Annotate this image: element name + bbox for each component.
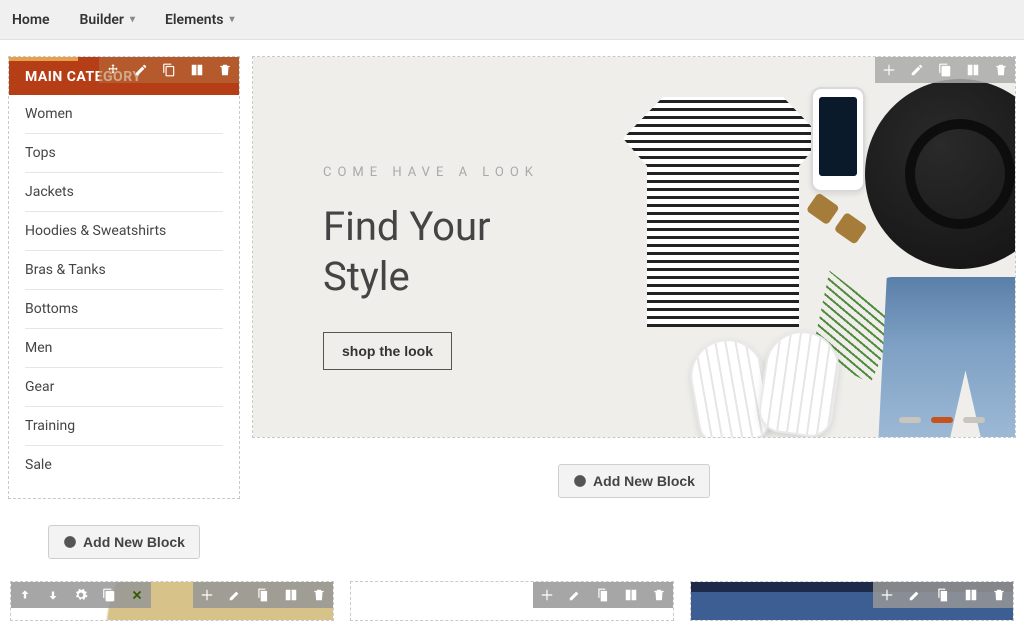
hero-eyebrow: COME HAVE A LOOK: [323, 165, 539, 180]
add-block-label: Add New Block: [593, 473, 695, 489]
slider-pagination: [899, 417, 985, 423]
duplicate-icon[interactable]: [929, 582, 957, 608]
duplicate-icon[interactable]: [589, 582, 617, 608]
category-item[interactable]: Hoodies & Sweatshirts: [25, 212, 223, 251]
delete-icon[interactable]: [987, 57, 1015, 83]
arrow-down-icon[interactable]: [39, 582, 67, 608]
block-toolbar: [193, 582, 333, 608]
nav-builder-label: Builder: [80, 12, 124, 28]
delete-icon[interactable]: [645, 582, 673, 608]
block-toolbar: [99, 57, 239, 83]
hero-image-hat: [865, 79, 1015, 269]
columns-icon[interactable]: [617, 582, 645, 608]
columns-icon[interactable]: [957, 582, 985, 608]
hero-image-tshirt: [623, 97, 823, 327]
row-toolbar: [11, 582, 151, 608]
duplicate-icon[interactable]: [95, 582, 123, 608]
edit-icon[interactable]: [221, 582, 249, 608]
slider-dot-2[interactable]: [931, 417, 953, 423]
columns-icon[interactable]: [277, 582, 305, 608]
plus-circle-icon: [573, 474, 587, 488]
hero-title: Find Your Style: [323, 202, 539, 302]
nav-home[interactable]: Home: [12, 12, 50, 28]
block-promo-3[interactable]: [690, 581, 1014, 621]
move-icon[interactable]: [533, 582, 561, 608]
delete-icon[interactable]: [305, 582, 333, 608]
bottom-blocks-row: [8, 581, 1016, 621]
nav-builder[interactable]: Builder ▾: [80, 12, 135, 28]
move-icon[interactable]: [873, 582, 901, 608]
duplicate-icon[interactable]: [249, 582, 277, 608]
category-item[interactable]: Sale: [25, 446, 223, 484]
slider-dot-1[interactable]: [899, 417, 921, 423]
arrow-up-icon[interactable]: [11, 582, 39, 608]
category-item[interactable]: Training: [25, 407, 223, 446]
nav-home-label: Home: [12, 12, 50, 28]
add-block-label: Add New Block: [83, 534, 185, 550]
shop-the-look-button[interactable]: shop the look: [323, 332, 452, 370]
move-icon[interactable]: [193, 582, 221, 608]
top-nav: Home Builder ▾ Elements ▾: [0, 0, 1024, 40]
edit-icon[interactable]: [127, 57, 155, 83]
edit-icon[interactable]: [903, 57, 931, 83]
block-hero-slider[interactable]: COME HAVE A LOOK Find Your Style shop th…: [252, 56, 1016, 438]
category-item[interactable]: Men: [25, 329, 223, 368]
duplicate-icon[interactable]: [155, 57, 183, 83]
duplicate-icon[interactable]: [931, 57, 959, 83]
category-item[interactable]: Gear: [25, 368, 223, 407]
hero-image-phone: [811, 87, 865, 192]
columns-icon[interactable]: [959, 57, 987, 83]
builder-canvas: MAIN CATEGORY Women Tops Jackets Hoodies…: [0, 40, 1024, 641]
block-category-sidebar[interactable]: MAIN CATEGORY Women Tops Jackets Hoodies…: [8, 56, 240, 499]
hero-image-shorts: [878, 277, 1015, 437]
edit-icon[interactable]: [561, 582, 589, 608]
block-promo-1[interactable]: [10, 581, 334, 621]
close-icon[interactable]: [123, 582, 151, 608]
block-toolbar: [533, 582, 673, 608]
category-item[interactable]: Tops: [25, 134, 223, 173]
nav-elements-label: Elements: [165, 12, 223, 28]
category-item[interactable]: Bras & Tanks: [25, 251, 223, 290]
columns-icon[interactable]: [183, 57, 211, 83]
chevron-down-icon: ▾: [229, 14, 234, 25]
add-block-button-left[interactable]: Add New Block: [48, 525, 200, 559]
nav-elements[interactable]: Elements ▾: [165, 12, 235, 28]
hero-image-sunglasses: [802, 192, 867, 249]
hero-title-line1: Find Your: [323, 203, 491, 250]
hero-image-sandals: [693, 331, 853, 437]
delete-icon[interactable]: [985, 582, 1013, 608]
move-icon[interactable]: [99, 57, 127, 83]
move-icon[interactable]: [875, 57, 903, 83]
plus-circle-icon: [63, 535, 77, 549]
block-toolbar: [875, 57, 1015, 83]
block-promo-2[interactable]: [350, 581, 674, 621]
edit-icon[interactable]: [901, 582, 929, 608]
hero-title-line2: Style: [323, 253, 410, 300]
slider-dot-3[interactable]: [963, 417, 985, 423]
category-item[interactable]: Women: [25, 95, 223, 134]
chevron-down-icon: ▾: [130, 14, 135, 25]
add-block-button-right[interactable]: Add New Block: [558, 464, 710, 498]
category-list: Women Tops Jackets Hoodies & Sweatshirts…: [9, 95, 239, 498]
block-toolbar: [873, 582, 1013, 608]
category-item[interactable]: Jackets: [25, 173, 223, 212]
delete-icon[interactable]: [211, 57, 239, 83]
category-item[interactable]: Bottoms: [25, 290, 223, 329]
hero-slide: COME HAVE A LOOK Find Your Style shop th…: [253, 57, 1015, 437]
gear-icon[interactable]: [67, 582, 95, 608]
